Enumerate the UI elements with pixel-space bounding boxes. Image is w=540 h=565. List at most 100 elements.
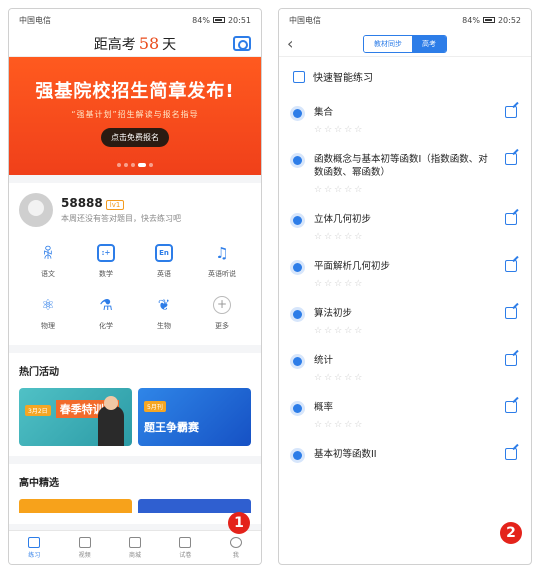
topic-dot-icon [293, 451, 302, 460]
subject-english[interactable]: En 英语 [135, 243, 193, 279]
subject-physics[interactable]: ⚛ 物理 [19, 295, 77, 331]
practice-tip: 本周还没有答对题目，快去练习吧 [61, 214, 181, 223]
tab-label: 视频 [78, 551, 91, 559]
home-screen: 中国电信 84% 20:51 距高考 58 天 强基院校招生简章发布! “强基计划”… [8, 8, 262, 565]
subject-label: 语文 [41, 270, 55, 278]
tab-practice[interactable]: 练习 [9, 531, 59, 564]
star-rating: ☆☆☆☆☆ [314, 373, 365, 383]
practice-header: ‹ 教材同步 高考 [279, 31, 531, 57]
battery-icon [482, 17, 495, 23]
topic-title: 概率 [314, 402, 334, 413]
edit-icon[interactable] [505, 401, 517, 413]
edit-icon[interactable] [505, 260, 517, 272]
star-rating: ☆☆☆☆☆ [314, 420, 365, 430]
topic-item[interactable]: 算法初步 ☆☆☆☆☆ [293, 297, 517, 344]
pager-dot [131, 163, 135, 167]
edit-icon[interactable] [505, 213, 517, 225]
activity-card-spring[interactable]: 3月2日 春季特训班 [19, 388, 132, 446]
countdown-suffix: 天 [162, 36, 177, 53]
topic-title: 集合 [314, 107, 334, 118]
pager-dot [149, 163, 153, 167]
username: 58888 lv1 [61, 196, 181, 210]
countdown-prefix: 距高考 [93, 36, 136, 53]
star-rating: ☆☆☆☆☆ [314, 232, 365, 242]
topic-item[interactable]: 概率 ☆☆☆☆☆ [293, 391, 517, 438]
hot-activities-title: 热门活动 [19, 367, 59, 378]
high-school-picks-title: 高中精选 [19, 478, 59, 489]
subject-label: 化学 [99, 322, 113, 330]
subject-chemistry[interactable]: ⚗ 化学 [77, 295, 135, 331]
edit-icon[interactable] [505, 307, 517, 319]
practice-screen: 中国电信 84% 20:52 ‹ 教材同步 高考 快速智能练习 集合 ☆☆☆☆☆ … [278, 8, 532, 565]
camera-icon[interactable] [233, 36, 251, 51]
pager-dot [117, 163, 121, 167]
subject-label: 生物 [157, 322, 171, 330]
tab-textbook-sync[interactable]: 教材同步 [364, 35, 412, 52]
tab-label: 练习 [28, 551, 41, 559]
math-icon: :÷ [96, 243, 116, 263]
edit-icon[interactable] [505, 106, 517, 118]
topic-item[interactable]: 函数概念与基本初等函数I（指数函数、对数函数、幂函数） ☆☆☆☆☆ [293, 143, 517, 203]
carrier-label: 中国电信 [19, 15, 51, 25]
username-text: 58888 [61, 196, 103, 210]
back-icon[interactable]: ‹ [287, 34, 303, 53]
star-rating: ☆☆☆☆☆ [314, 125, 365, 135]
promo-banner[interactable]: 强基院校招生简章发布! “强基计划”招生解读与报名指导 点击免费报名 [9, 57, 261, 175]
banner-pager [9, 163, 261, 167]
carrier-label: 中国电信 [289, 15, 321, 25]
chinese-icon: ꆜ [42, 245, 54, 263]
topic-item[interactable]: 统计 ☆☆☆☆☆ [293, 344, 517, 391]
topic-item[interactable]: 平面解析几何初步 ☆☆☆☆☆ [293, 250, 517, 297]
tab-me[interactable]: 我 [211, 531, 261, 564]
edit-icon[interactable] [505, 153, 517, 165]
topic-dot-icon [293, 156, 302, 165]
edit-icon[interactable] [505, 354, 517, 366]
teacher-photo [98, 396, 124, 446]
subject-english-listening[interactable]: ♫ 英语听说 [193, 243, 251, 279]
topic-title: 统计 [314, 355, 334, 366]
subject-biology[interactable]: ❦ 生物 [135, 295, 193, 331]
subject-chinese[interactable]: ꆜ 语文 [19, 243, 77, 279]
tab-video[interactable]: 视频 [59, 531, 109, 564]
home-icon [28, 536, 41, 548]
clock: 20:51 [227, 15, 251, 25]
subject-label: 物理 [41, 322, 55, 330]
topic-dot-icon [293, 357, 302, 366]
topic-item[interactable]: 立体几何初步 ☆☆☆☆☆ [293, 203, 517, 250]
topic-title: 算法初步 [314, 308, 353, 319]
quick-practice[interactable]: 快速智能练习 [279, 57, 531, 96]
topic-item[interactable]: 集合 ☆☆☆☆☆ [293, 96, 517, 143]
tab-store[interactable]: 商城 [110, 531, 160, 564]
pager-dot-active [138, 163, 146, 167]
topic-item[interactable]: 基本初等函数II [293, 438, 517, 469]
bookmark-icon [293, 70, 305, 83]
topic-title: 函数概念与基本初等函数I（指数函数、对数函数、幂函数） [314, 154, 488, 178]
topic-dot-icon [293, 263, 302, 272]
battery-icon [212, 17, 225, 23]
battery-percent: 84% [192, 15, 210, 25]
banner-title: 强基院校招生简章发布! [35, 81, 235, 102]
topic-list: 集合 ☆☆☆☆☆ 函数概念与基本初等函数I（指数函数、对数函数、幂函数） ☆☆☆☆☆… [279, 96, 531, 469]
paper-icon [179, 536, 192, 548]
activity-card-contest[interactable]: 5月刊 题王争霸赛 [138, 388, 251, 446]
plus-icon: + [212, 295, 232, 315]
picks-card[interactable] [138, 499, 251, 513]
leaf-icon: ❦ [157, 296, 171, 314]
star-rating: ☆☆☆☆☆ [314, 185, 365, 195]
subject-more[interactable]: + 更多 [193, 295, 251, 331]
tab-gaokao[interactable]: 高考 [412, 35, 446, 52]
topic-title: 基本初等函数II [314, 449, 377, 460]
free-signup-button[interactable]: 点击免费报名 [101, 128, 169, 147]
avatar[interactable] [19, 193, 53, 227]
status-bar: 中国电信 84% 20:51 [9, 9, 261, 31]
english-icon: En [154, 243, 174, 263]
mode-switch: 教材同步 高考 [363, 34, 447, 53]
exam-countdown: 距高考 58 天 [94, 34, 176, 54]
hot-activities: 热门活动 3月2日 春季特训班 5月刊 题王争霸赛 [9, 353, 261, 456]
subject-math[interactable]: :÷ 数学 [77, 243, 135, 279]
edit-icon[interactable] [505, 448, 517, 460]
play-icon [78, 536, 91, 548]
star-rating: ☆☆☆☆☆ [314, 326, 365, 336]
picks-card[interactable] [19, 499, 132, 513]
tab-papers[interactable]: 试卷 [160, 531, 210, 564]
